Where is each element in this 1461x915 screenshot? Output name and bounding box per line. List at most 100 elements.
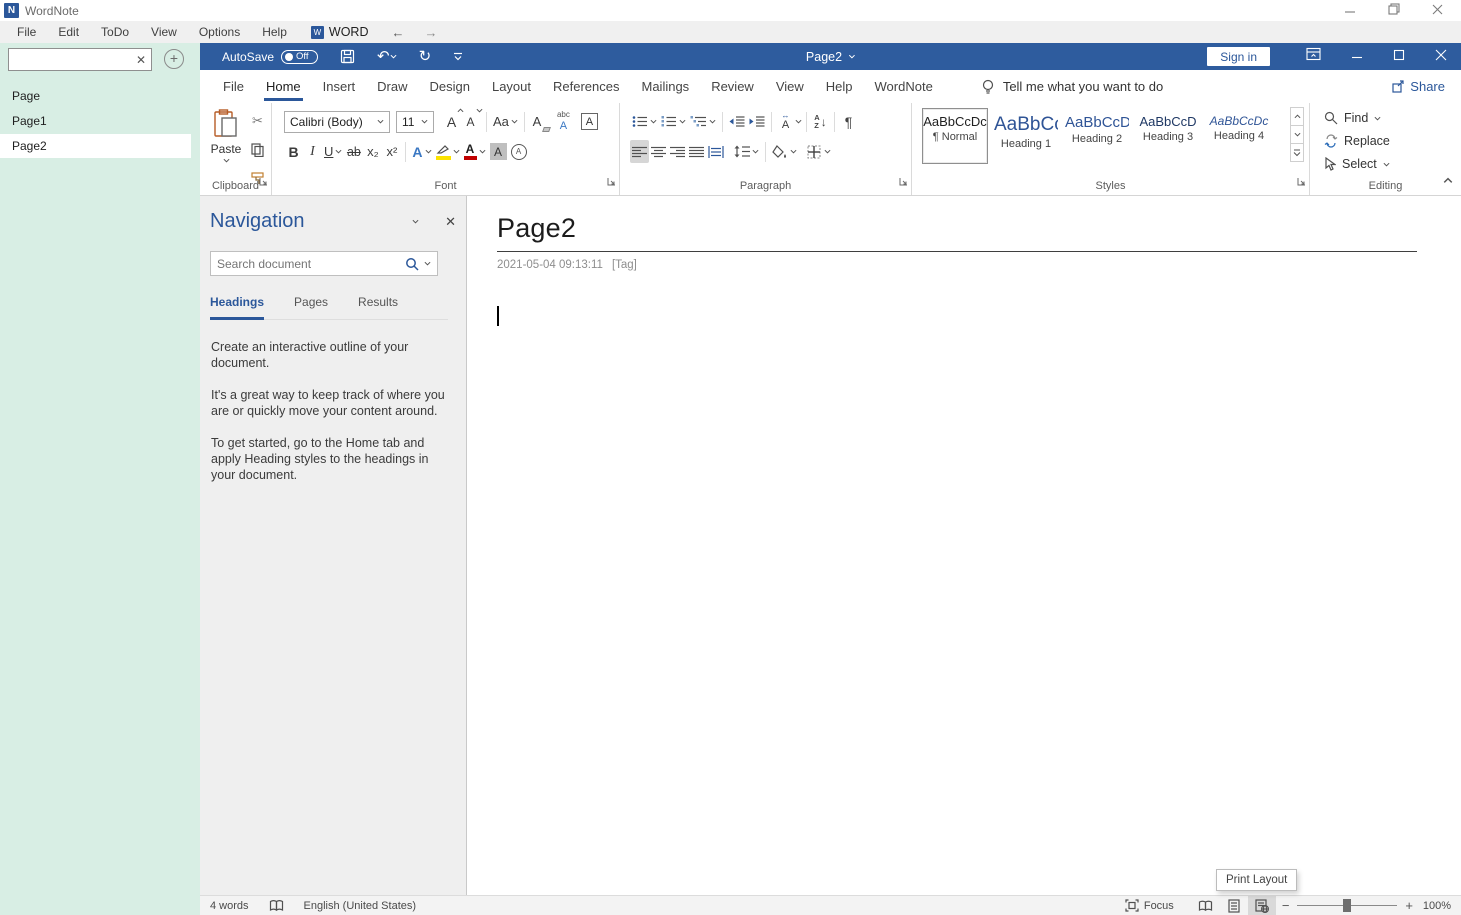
sort-button[interactable]: A Z ↓ xyxy=(811,110,830,133)
enclose-characters-button[interactable]: A xyxy=(509,140,529,163)
show-hide-marks-button[interactable]: ¶ xyxy=(839,110,858,133)
text-effects-button[interactable]: A xyxy=(410,140,433,163)
underline-button[interactable]: U xyxy=(322,140,344,163)
italic-button[interactable]: I xyxy=(303,140,322,163)
paragraph-dialog-launcher[interactable] xyxy=(899,173,908,191)
bullets-button[interactable] xyxy=(630,110,659,133)
add-page-button[interactable]: + xyxy=(164,49,184,69)
grow-font-button[interactable]: A xyxy=(444,110,463,133)
tab-view[interactable]: View xyxy=(765,70,815,103)
list-item-page[interactable]: Page xyxy=(0,84,200,108)
autosave-toggle[interactable]: Off xyxy=(281,50,318,64)
styles-gallery-expand-button[interactable] xyxy=(1290,143,1304,162)
style-heading4[interactable]: AaBbCcDc Heading 4 xyxy=(1206,108,1272,164)
style-normal[interactable]: AaBbCcDc ¶ Normal xyxy=(922,108,988,164)
menu-todo[interactable]: ToDo xyxy=(90,25,140,39)
tab-results[interactable]: Results xyxy=(358,289,398,319)
asian-layout-button[interactable]: ↔ A xyxy=(776,110,795,133)
tab-home[interactable]: Home xyxy=(255,70,312,103)
styles-scroll-up-button[interactable] xyxy=(1290,107,1304,126)
shading-button[interactable] xyxy=(770,140,799,163)
zoom-out-button[interactable]: − xyxy=(1276,898,1296,913)
tab-layout[interactable]: Layout xyxy=(481,70,542,103)
menu-file[interactable]: File xyxy=(6,25,47,39)
font-name-combobox[interactable]: Calibri (Body) xyxy=(284,111,390,133)
tab-help[interactable]: Help xyxy=(815,70,864,103)
app-minimize-button[interactable] xyxy=(1345,2,1356,20)
customize-qat-button[interactable] xyxy=(453,52,463,61)
replace-button[interactable]: Replace xyxy=(1324,134,1390,148)
forward-arrow-button[interactable]: → xyxy=(424,25,437,40)
style-heading3[interactable]: AaBbCcD Heading 3 xyxy=(1135,108,1201,164)
tab-draw[interactable]: Draw xyxy=(366,70,418,103)
list-item-page2[interactable]: Page2 xyxy=(0,134,191,158)
tab-review[interactable]: Review xyxy=(700,70,765,103)
bold-button[interactable]: B xyxy=(284,140,303,163)
cut-button[interactable]: ✂ xyxy=(248,109,267,132)
tab-design[interactable]: Design xyxy=(419,70,481,103)
sign-in-button[interactable]: Sign in xyxy=(1207,47,1270,66)
pane-options-chevron-icon[interactable] xyxy=(412,219,419,224)
document-canvas[interactable]: Page2 2021-05-04 09:13:11 [Tag] xyxy=(467,196,1461,895)
decrease-indent-button[interactable] xyxy=(727,110,747,133)
document-heading[interactable]: Page2 xyxy=(497,213,1417,252)
document-title-dropdown[interactable]: Page2 xyxy=(806,50,855,64)
font-color-button[interactable]: A xyxy=(462,140,488,163)
justify-button[interactable] xyxy=(687,140,706,163)
menu-help[interactable]: Help xyxy=(251,25,298,39)
close-navigation-button[interactable]: ✕ xyxy=(445,214,456,230)
menu-view[interactable]: View xyxy=(140,25,188,39)
tab-mailings[interactable]: Mailings xyxy=(631,70,701,103)
share-button[interactable]: Share xyxy=(1392,79,1445,94)
word-maximize-button[interactable] xyxy=(1393,48,1405,66)
print-layout-button[interactable] xyxy=(1220,896,1248,915)
zoom-slider[interactable] xyxy=(1297,905,1397,906)
align-center-button[interactable] xyxy=(649,140,668,163)
zoom-level[interactable]: 100% xyxy=(1419,900,1461,912)
menu-options[interactable]: Options xyxy=(188,25,251,39)
undo-button[interactable]: ↶ xyxy=(377,49,397,64)
align-left-button[interactable] xyxy=(630,140,649,163)
sidebar-search-input[interactable] xyxy=(9,53,131,67)
select-button[interactable]: Select xyxy=(1324,157,1390,171)
focus-button[interactable]: Focus xyxy=(1125,899,1174,912)
tab-wordnote[interactable]: WordNote xyxy=(864,70,944,103)
app-restore-button[interactable] xyxy=(1388,2,1400,20)
line-spacing-button[interactable] xyxy=(732,140,761,163)
menu-edit[interactable]: Edit xyxy=(47,25,90,39)
change-case-button[interactable]: Aa xyxy=(491,110,520,133)
find-button[interactable]: Find xyxy=(1324,111,1381,125)
app-close-button[interactable] xyxy=(1432,2,1443,20)
clear-formatting-button[interactable]: A xyxy=(529,110,548,133)
numbering-button[interactable] xyxy=(659,110,688,133)
character-border-button[interactable]: A xyxy=(579,110,600,133)
highlight-color-button[interactable] xyxy=(434,140,462,163)
font-dialog-launcher[interactable] xyxy=(607,173,616,191)
word-close-button[interactable] xyxy=(1435,48,1447,66)
subscript-button[interactable]: x₂ xyxy=(363,140,382,163)
chevron-down-icon[interactable] xyxy=(424,261,431,266)
back-arrow-button[interactable]: ← xyxy=(391,25,404,40)
redo-button[interactable]: ↻ xyxy=(419,49,432,64)
superscript-button[interactable]: x² xyxy=(382,140,401,163)
web-layout-button[interactable] xyxy=(1248,896,1276,915)
styles-dialog-launcher[interactable] xyxy=(1297,173,1306,191)
language-status[interactable]: English (United States) xyxy=(304,900,417,912)
tab-pages[interactable]: Pages xyxy=(294,289,328,319)
ribbon-display-options-button[interactable] xyxy=(1306,47,1321,66)
collapse-ribbon-button[interactable] xyxy=(1443,171,1453,189)
zoom-slider-handle[interactable] xyxy=(1343,899,1351,912)
shrink-font-button[interactable]: A xyxy=(463,110,482,133)
styles-scroll-down-button[interactable] xyxy=(1290,125,1304,144)
paste-button[interactable]: Paste xyxy=(209,109,243,181)
align-right-button[interactable] xyxy=(668,140,687,163)
tab-file[interactable]: File xyxy=(212,70,255,103)
increase-indent-button[interactable] xyxy=(747,110,767,133)
list-item-page1[interactable]: Page1 xyxy=(0,109,200,133)
nav-search-input[interactable] xyxy=(217,257,400,271)
strikethrough-button[interactable]: ab xyxy=(344,140,363,163)
clipboard-dialog-launcher[interactable] xyxy=(259,173,268,191)
tell-me-box[interactable]: Tell me what you want to do xyxy=(982,79,1163,95)
distribute-button[interactable] xyxy=(706,140,726,163)
tab-references[interactable]: References xyxy=(542,70,630,103)
